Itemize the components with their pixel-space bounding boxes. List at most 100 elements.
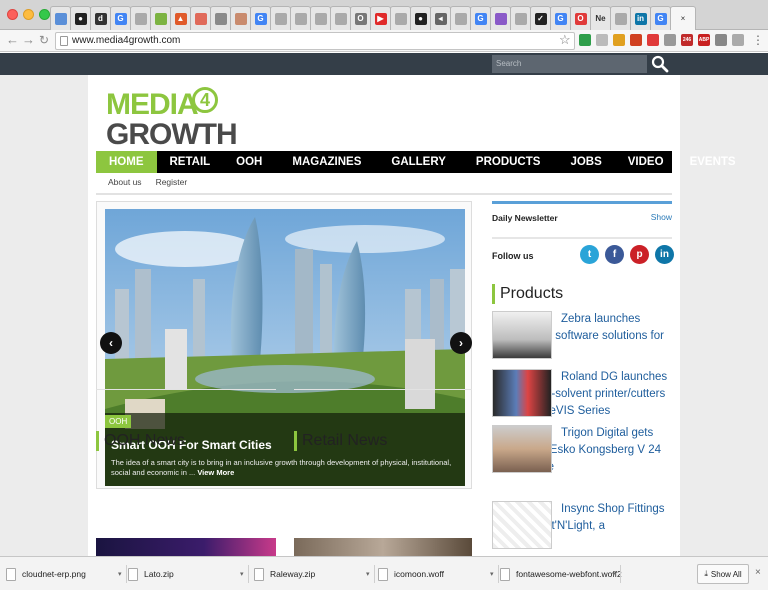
browser-tab[interactable]: in: [630, 6, 651, 30]
slide-category-tag[interactable]: OOH: [105, 415, 132, 428]
nav-home[interactable]: HOME: [96, 151, 157, 173]
browser-tab[interactable]: [210, 6, 231, 30]
browser-tab[interactable]: ✓: [530, 6, 551, 30]
browser-tab[interactable]: G: [250, 6, 271, 30]
chevron-down-icon[interactable]: ▾: [118, 563, 122, 585]
browser-tab[interactable]: G: [470, 6, 491, 30]
forward-arrow-icon[interactable]: →: [22, 33, 35, 47]
browser-tab[interactable]: [450, 6, 471, 30]
page-icon[interactable]: [664, 34, 676, 46]
twitter-icon[interactable]: t: [580, 245, 599, 264]
download-item[interactable]: icomoon.woff: [378, 563, 444, 585]
browser-tab[interactable]: ▲: [170, 6, 191, 30]
search-icon[interactable]: [649, 53, 671, 75]
window-close-button[interactable]: [7, 9, 18, 20]
product-item[interactable]: Roland DG launches the first eco-solvent…: [492, 369, 672, 420]
chevron-down-icon[interactable]: ▾: [240, 563, 244, 585]
chevron-down-icon[interactable]: ▾: [366, 563, 370, 585]
nav-ooh[interactable]: OOH: [223, 151, 275, 173]
site-search-input[interactable]: Search: [492, 55, 647, 73]
window-zoom-button[interactable]: [39, 9, 50, 20]
nav-products[interactable]: PRODUCTS: [459, 151, 558, 173]
browser-tab[interactable]: d: [90, 6, 111, 30]
browser-tab[interactable]: [190, 6, 211, 30]
browser-tab[interactable]: O: [350, 6, 371, 30]
abp-icon[interactable]: ABP: [698, 34, 710, 46]
browser-tab[interactable]: [270, 6, 291, 30]
close-tab-icon[interactable]: ×: [681, 14, 686, 23]
chevron-down-icon[interactable]: ▾: [490, 563, 494, 585]
browser-tab[interactable]: [290, 6, 311, 30]
browser-tab[interactable]: [610, 6, 631, 30]
browser-tab[interactable]: G: [110, 6, 131, 30]
browser-tab[interactable]: [310, 6, 331, 30]
browser-tab[interactable]: [510, 6, 531, 30]
reload-icon[interactable]: ↻: [39, 33, 49, 47]
browser-tab[interactable]: G: [650, 6, 671, 30]
active-tab[interactable]: ×: [670, 6, 696, 30]
nav-magazines[interactable]: MAGAZINES: [275, 151, 378, 173]
address-bar[interactable]: www.media4growth.com: [55, 32, 575, 50]
product-item[interactable]: Trigon Digital gets India's first Esko K…: [492, 425, 672, 476]
download-item[interactable]: cloudnet-erp.png: [6, 563, 86, 585]
retail-news-image[interactable]: [294, 538, 472, 556]
bookmark-icon[interactable]: [613, 34, 625, 46]
download-item[interactable]: fontawesome-webfont.woff2: [500, 563, 622, 585]
pin-icon[interactable]: [579, 34, 591, 46]
bookmark-star-icon[interactable]: ☆: [559, 32, 571, 48]
download-item[interactable]: Raleway.zip: [254, 563, 315, 585]
badge-icon[interactable]: 246: [681, 34, 693, 46]
close-downloads-icon[interactable]: ×: [755, 567, 761, 578]
square-icon[interactable]: [732, 34, 744, 46]
chevron-down-icon[interactable]: ▾: [612, 563, 616, 585]
show-all-button[interactable]: ⤓ Show All: [697, 564, 749, 584]
browser-tab[interactable]: Ne: [590, 6, 611, 30]
download-item[interactable]: Lato.zip: [128, 563, 174, 585]
nav-jobs[interactable]: JOBS: [557, 151, 614, 173]
browser-tab[interactable]: ▶: [370, 6, 391, 30]
google-icon: G: [254, 12, 267, 25]
browser-tab[interactable]: O: [570, 6, 591, 30]
browser-tab[interactable]: [230, 6, 251, 30]
browser-tab[interactable]: [150, 6, 171, 30]
pinterest-icon[interactable]: p: [630, 245, 649, 264]
nav-video[interactable]: VIDEO: [615, 151, 677, 173]
nav-gallery[interactable]: GALLERY: [378, 151, 459, 173]
record-icon[interactable]: [630, 34, 642, 46]
browser-tab[interactable]: ●: [70, 6, 91, 30]
linkedin-icon[interactable]: in: [655, 245, 674, 264]
subnav-about-us[interactable]: About us: [108, 177, 142, 191]
chrome-menu-icon[interactable]: ⋮: [752, 33, 764, 47]
newsletter-show-link[interactable]: Show: [651, 212, 672, 222]
product-item[interactable]: Zebra launches printing and software sol…: [492, 311, 672, 362]
view-more-link[interactable]: View More: [197, 468, 234, 477]
page-icon[interactable]: [715, 34, 727, 46]
nav-events[interactable]: EVENTS: [677, 151, 749, 173]
doc-icon: [274, 12, 287, 25]
browser-tab[interactable]: [330, 6, 351, 30]
facebook-icon[interactable]: f: [605, 245, 624, 264]
back-arrow-icon[interactable]: ←: [6, 33, 19, 47]
slider-next-button[interactable]: ›: [450, 332, 472, 354]
browser-tab[interactable]: ●: [410, 6, 431, 30]
browser-tab[interactable]: [50, 6, 71, 30]
nav-retail[interactable]: RETAIL: [157, 151, 224, 173]
browser-tab[interactable]: G: [550, 6, 571, 30]
product-thumbnail[interactable]: [492, 369, 552, 417]
browser-tab[interactable]: ◂: [430, 6, 451, 30]
product-thumbnail[interactable]: [492, 311, 552, 359]
opera-icon[interactable]: [647, 34, 659, 46]
product-thumbnail[interactable]: [492, 425, 552, 473]
site-logo[interactable]: MEDIA 4 GROWTH: [106, 87, 238, 150]
browser-tab[interactable]: [130, 6, 151, 30]
browser-tab[interactable]: [490, 6, 511, 30]
ooh-news-image[interactable]: [96, 538, 276, 556]
window-minimize-button[interactable]: [23, 9, 34, 20]
product-item[interactable]: Insync Shop Fittings to launch Fit'N'Lig…: [492, 501, 672, 549]
subnav-register[interactable]: Register: [156, 177, 188, 191]
divider: [374, 565, 375, 583]
browser-tab[interactable]: [390, 6, 411, 30]
circle-icon[interactable]: [596, 34, 608, 46]
product-thumbnail[interactable]: [492, 501, 552, 549]
slider-prev-button[interactable]: ‹: [100, 332, 122, 354]
